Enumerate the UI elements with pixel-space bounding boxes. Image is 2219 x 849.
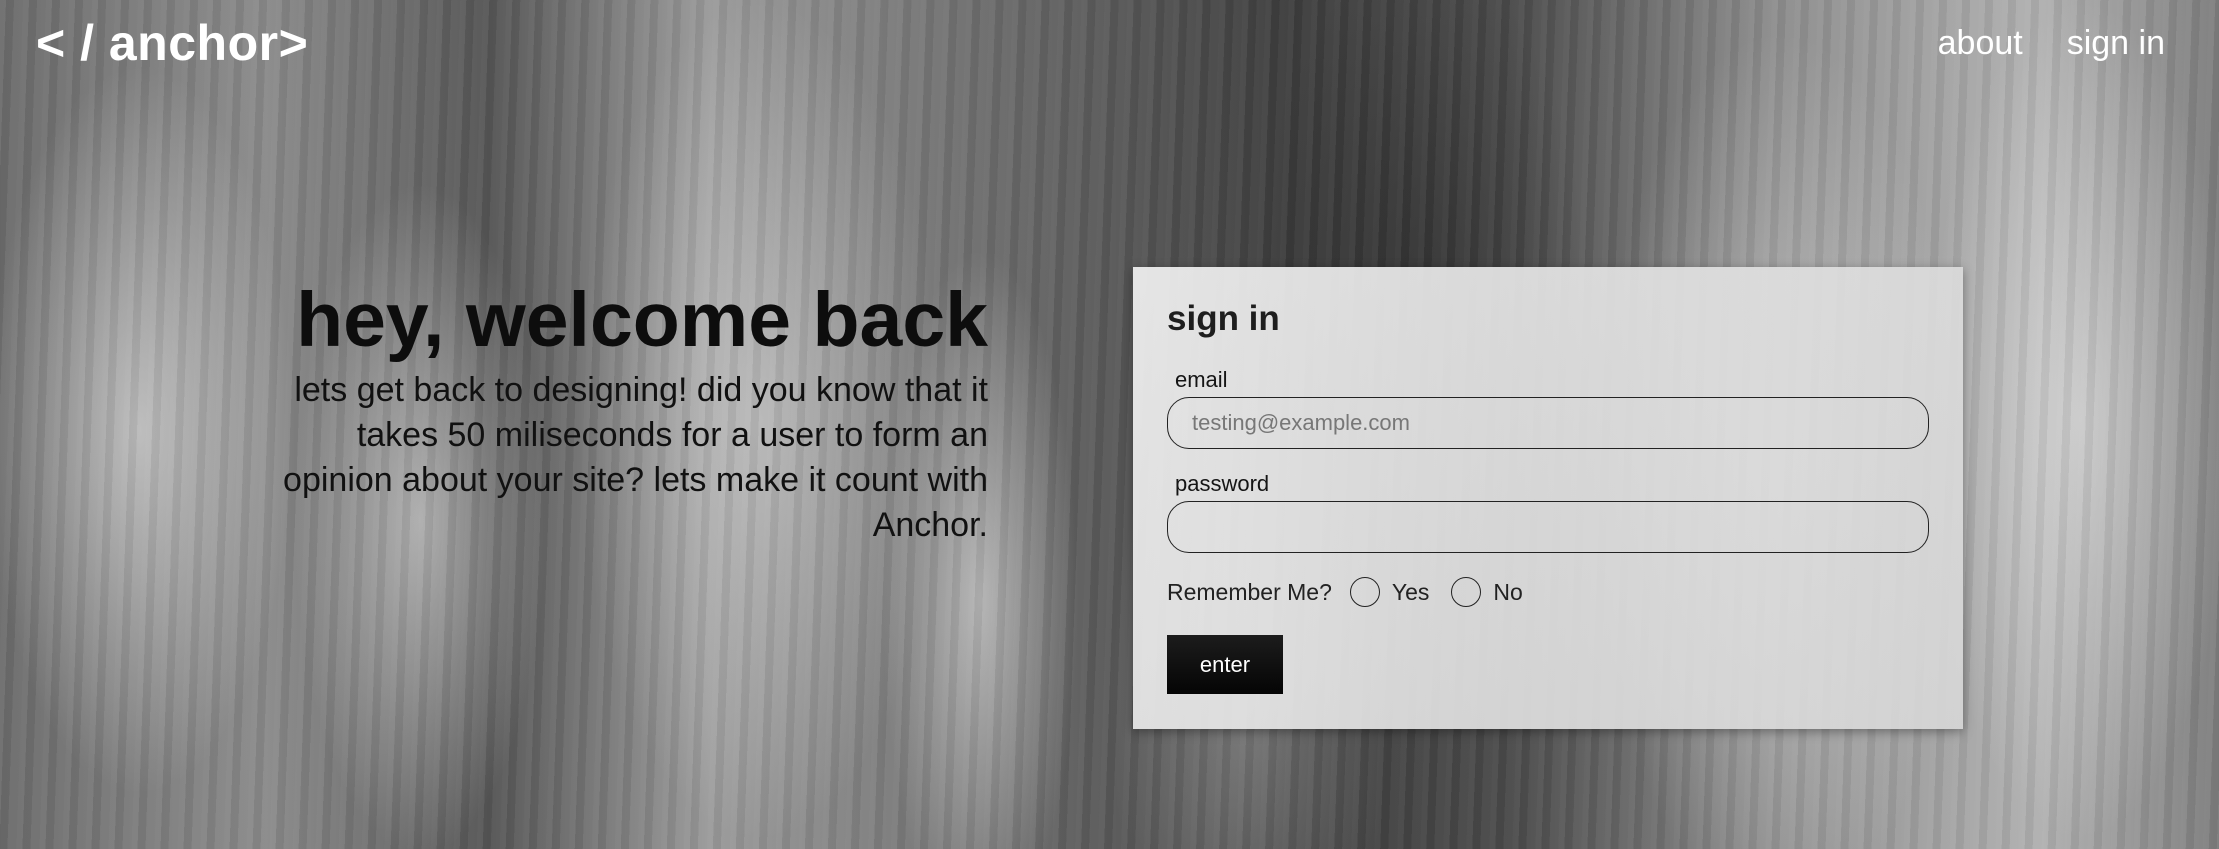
- remember-no-radio[interactable]: [1451, 577, 1482, 607]
- sign-in-card: sign in email password Remember Me? Yes …: [1133, 267, 1963, 729]
- remember-yes-label[interactable]: Yes: [1392, 579, 1430, 606]
- remember-me-label: Remember Me?: [1167, 578, 1332, 605]
- enter-button[interactable]: enter: [1167, 635, 1283, 694]
- logo[interactable]: < / anchor>: [36, 14, 308, 72]
- sign-in-title: sign in: [1167, 299, 1280, 338]
- remember-yes-radio[interactable]: [1349, 577, 1380, 607]
- nav-about-link[interactable]: about: [1938, 24, 2023, 63]
- top-nav: about sign in: [1938, 24, 2165, 63]
- password-label: password: [1175, 471, 1270, 496]
- hero-section: hey, welcome back lets get back to desig…: [240, 272, 988, 548]
- password-field[interactable]: [1167, 501, 1929, 553]
- hero-subtitle: lets get back to designing! did you know…: [283, 371, 988, 544]
- email-label: email: [1175, 367, 1228, 392]
- hero-title: hey, welcome back: [296, 277, 988, 363]
- nav-sign-in-link[interactable]: sign in: [2067, 24, 2165, 63]
- email-field[interactable]: [1167, 397, 1929, 449]
- remember-no-label[interactable]: No: [1493, 579, 1522, 606]
- remember-me-group: Remember Me? Yes No: [1167, 577, 1929, 607]
